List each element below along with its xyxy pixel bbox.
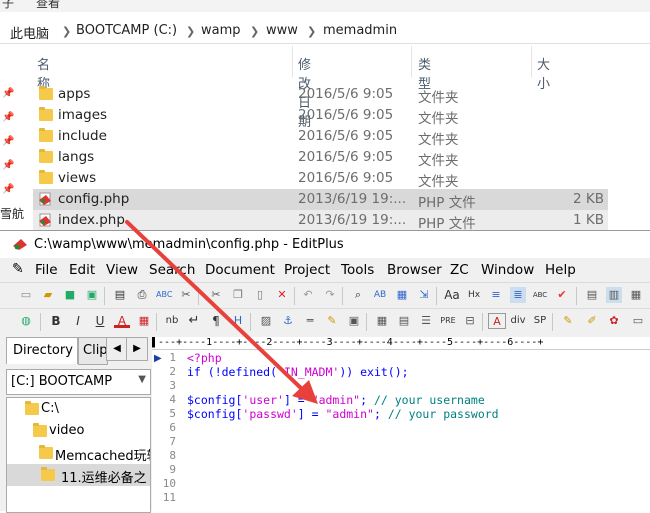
arrow-shaft bbox=[125, 220, 306, 393]
annotation-arrow bbox=[125, 220, 318, 404]
